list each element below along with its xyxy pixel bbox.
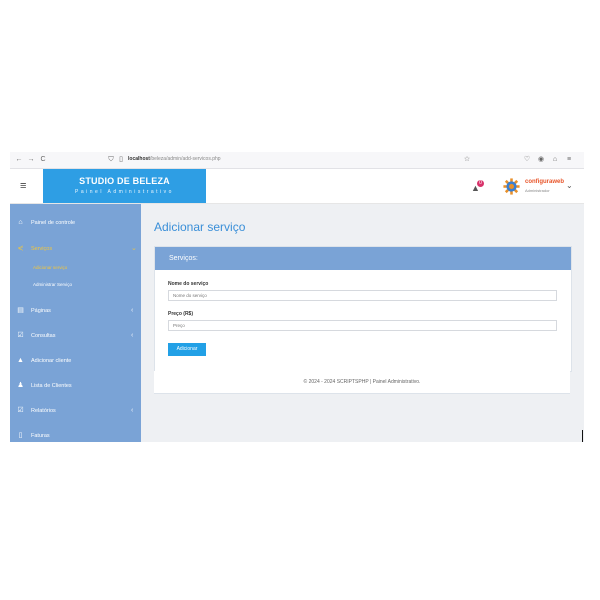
extensions-icon[interactable]: ⌂ <box>550 155 560 165</box>
forward-arrow-icon[interactable]: → <box>26 155 36 165</box>
check-square-icon: ☑ <box>17 407 24 414</box>
gear-icon[interactable] <box>503 178 520 195</box>
card-title: Serviços: <box>169 255 198 262</box>
chevron-down-icon[interactable]: ⌄ <box>566 181 573 190</box>
price-input[interactable] <box>168 320 557 331</box>
back-arrow-icon[interactable]: ← <box>14 155 24 165</box>
url-host: localhost <box>128 156 150 162</box>
brand-logo[interactable]: STUDIO DE BELEZA Painel Administrativo <box>43 169 206 203</box>
sidebar-item-label: Serviços <box>31 246 53 252</box>
sidebar-item-label: Relatórios <box>31 408 56 414</box>
files-icon: ▤ <box>17 307 24 314</box>
url-path: /beleza/admin/add-servicos.php <box>149 156 221 162</box>
sidebar: ⌂ Painel de controle ⋞ Serviços ⌄ Adicio… <box>10 204 141 442</box>
chevron-left-icon: ‹ <box>131 307 134 314</box>
browser-window: ← → C ⛉ ▯ localhost/beleza/admin/add-ser… <box>10 152 584 442</box>
sidebar-item-label: Painel de controle <box>31 220 76 226</box>
service-name-input[interactable] <box>168 290 557 301</box>
sidebar-item-label: Consultas <box>31 333 56 339</box>
text-cursor <box>582 430 583 442</box>
sidebar-subitem-adicionar-servico[interactable]: Adicionar serviço <box>33 265 67 270</box>
star-icon[interactable]: ☆ <box>462 155 472 165</box>
page-title: Adicionar serviço <box>154 220 246 234</box>
user-name[interactable]: configuraweb <box>525 179 564 185</box>
main-content: Adicionar serviço Serviços: Nome do serv… <box>141 204 584 442</box>
user-role: Administrador <box>525 188 550 193</box>
share-icon: ⋞ <box>17 245 24 252</box>
notification-button[interactable]: ▲ 0 <box>471 180 485 194</box>
sidebar-item-label: Adicionar cliente <box>31 358 72 364</box>
menu-icon[interactable]: ≡ <box>564 155 574 165</box>
app-header: ≡ STUDIO DE BELEZA Painel Administrativo… <box>10 169 584 204</box>
sidebar-item-lista-clientes[interactable]: ♟ Lista de Clientes <box>10 378 141 394</box>
sidebar-item-label: Faturas <box>31 433 50 439</box>
sidebar-item-paginas[interactable]: ▤ Páginas ‹ <box>10 303 141 319</box>
brand-subtitle: Painel Administrativo <box>75 189 174 195</box>
reload-icon[interactable]: C <box>38 155 48 165</box>
chevron-left-icon: ‹ <box>131 332 134 339</box>
file-icon: ▯ <box>18 432 23 439</box>
sidebar-item-relatorios[interactable]: ☑ Relatórios ‹ <box>10 403 141 419</box>
service-name-label: Nome do serviço <box>168 281 209 287</box>
home-icon: ⌂ <box>18 219 23 226</box>
chevron-left-icon: ‹ <box>131 407 134 414</box>
card-header: Serviços: <box>155 247 571 270</box>
page-icon: ▯ <box>119 156 123 163</box>
users-icon: ♟ <box>17 382 24 389</box>
chevron-down-icon: ⌄ <box>131 245 137 252</box>
pocket-icon[interactable]: ♡ <box>522 155 532 165</box>
hamburger-menu-icon[interactable]: ≡ <box>20 180 26 192</box>
sidebar-item-label: Páginas <box>31 308 51 314</box>
form-card: Serviços: Nome do serviço Preço (R$) Adi… <box>154 246 572 372</box>
sidebar-item-servicos[interactable]: ⋞ Serviços ⌄ <box>10 241 141 257</box>
footer: © 2024 - 2024 SCRIPTSPHP | Painel Admini… <box>154 371 570 394</box>
account-icon[interactable]: ◉ <box>536 155 546 165</box>
user-icon: ▲ <box>17 357 24 364</box>
notification-badge: 0 <box>477 180 484 187</box>
sidebar-item-painel[interactable]: ⌂ Painel de controle <box>10 215 141 231</box>
sidebar-item-adicionar-cliente[interactable]: ▲ Adicionar cliente <box>10 353 141 369</box>
sidebar-subitem-administrar-servico[interactable]: Administrar Serviço <box>33 282 72 287</box>
sidebar-item-faturas[interactable]: ▯ Faturas <box>10 428 141 442</box>
sidebar-item-label: Lista de Clientes <box>31 383 72 389</box>
brand-title: STUDIO DE BELEZA <box>79 176 170 186</box>
footer-text: © 2024 - 2024 SCRIPTSPHP | Painel Admini… <box>303 379 421 385</box>
browser-toolbar: ← → C ⛉ ▯ localhost/beleza/admin/add-ser… <box>10 152 584 169</box>
sidebar-item-consultas[interactable]: ☑ Consultas ‹ <box>10 328 141 344</box>
price-label: Preço (R$) <box>168 311 194 317</box>
add-service-button[interactable]: Adicionar <box>168 343 206 356</box>
check-square-icon: ☑ <box>17 332 24 339</box>
shield-icon[interactable]: ⛉ <box>106 155 116 165</box>
url-bar[interactable]: localhost/beleza/admin/add-servicos.php <box>128 156 221 162</box>
